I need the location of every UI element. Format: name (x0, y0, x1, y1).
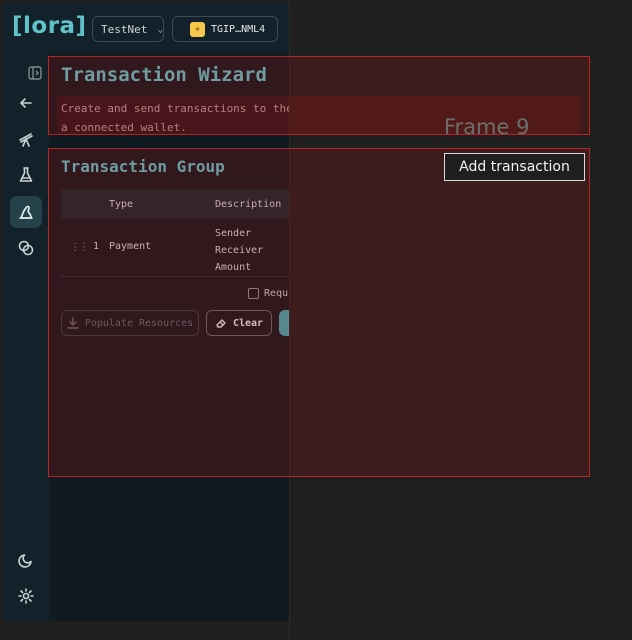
wallet-address: TGIP…NML4 (211, 23, 266, 35)
network-selector[interactable]: TestNet ⌄ (92, 16, 164, 42)
add-transaction-button[interactable]: Add transaction (444, 153, 585, 181)
arrow-left-icon[interactable] (10, 87, 42, 119)
wallet-avatar-icon: ✯ (190, 21, 205, 37)
frame-label: Frame 9 (444, 115, 530, 139)
chevron-down-icon: ⌄ (157, 23, 164, 35)
gear-icon[interactable] (10, 580, 42, 612)
flask-icon[interactable] (10, 159, 42, 191)
moon-icon[interactable] (10, 544, 42, 576)
group-frame-overlay (48, 148, 590, 477)
top-bar: [lora] TestNet ⌄ ✯ TGIP…NML4 (3, 3, 289, 52)
sidebar-collapse-icon[interactable] (28, 65, 44, 81)
telescope-icon[interactable] (10, 123, 42, 155)
sidebar (3, 52, 49, 621)
coins-icon[interactable] (10, 232, 42, 264)
network-label: TestNet (101, 22, 148, 36)
lora-logo[interactable]: [lora] (12, 13, 87, 39)
transaction-wizard-icon[interactable] (10, 196, 42, 228)
wallet-button[interactable]: ✯ TGIP…NML4 (172, 16, 278, 42)
